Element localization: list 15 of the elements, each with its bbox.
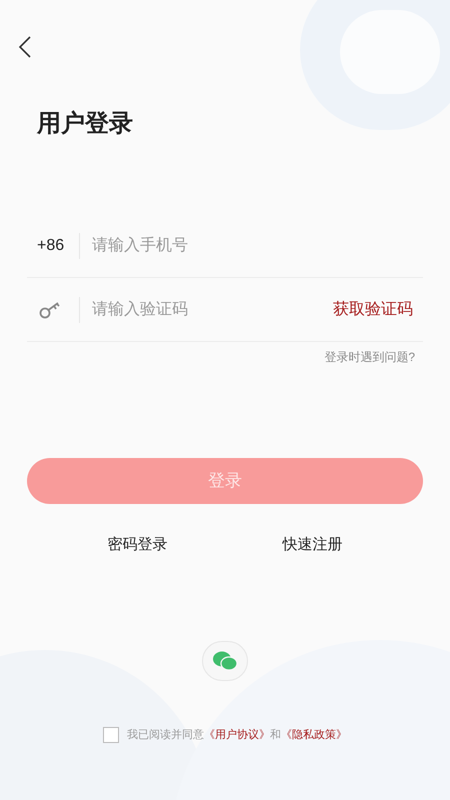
wechat-login-button[interactable] — [202, 640, 248, 680]
chat-bubbles-icon — [212, 650, 238, 670]
get-code-button[interactable]: 获取验证码 — [333, 298, 423, 322]
alt-login-link[interactable]: 快速注册 — [282, 534, 342, 556]
page-title: 用户登录 — [37, 109, 133, 139]
phone-input[interactable]: 请输入手机号 — [92, 234, 423, 258]
back-icon — [18, 36, 32, 58]
code-input[interactable]: 请输入验证码 — [92, 298, 333, 322]
country-code[interactable]: +86 — [27, 234, 79, 258]
agreement-text: 我已阅读并同意《用户协议》和《隐私政策》 — [127, 728, 347, 742]
agreement-link[interactable]: 《用户协议》 — [204, 728, 270, 740]
agreement-link[interactable]: 《隐私政策》 — [281, 728, 347, 740]
alt-login-link[interactable]: 密码登录 — [108, 534, 168, 556]
key-icon — [39, 300, 61, 318]
agreement-checkbox[interactable] — [103, 726, 119, 743]
